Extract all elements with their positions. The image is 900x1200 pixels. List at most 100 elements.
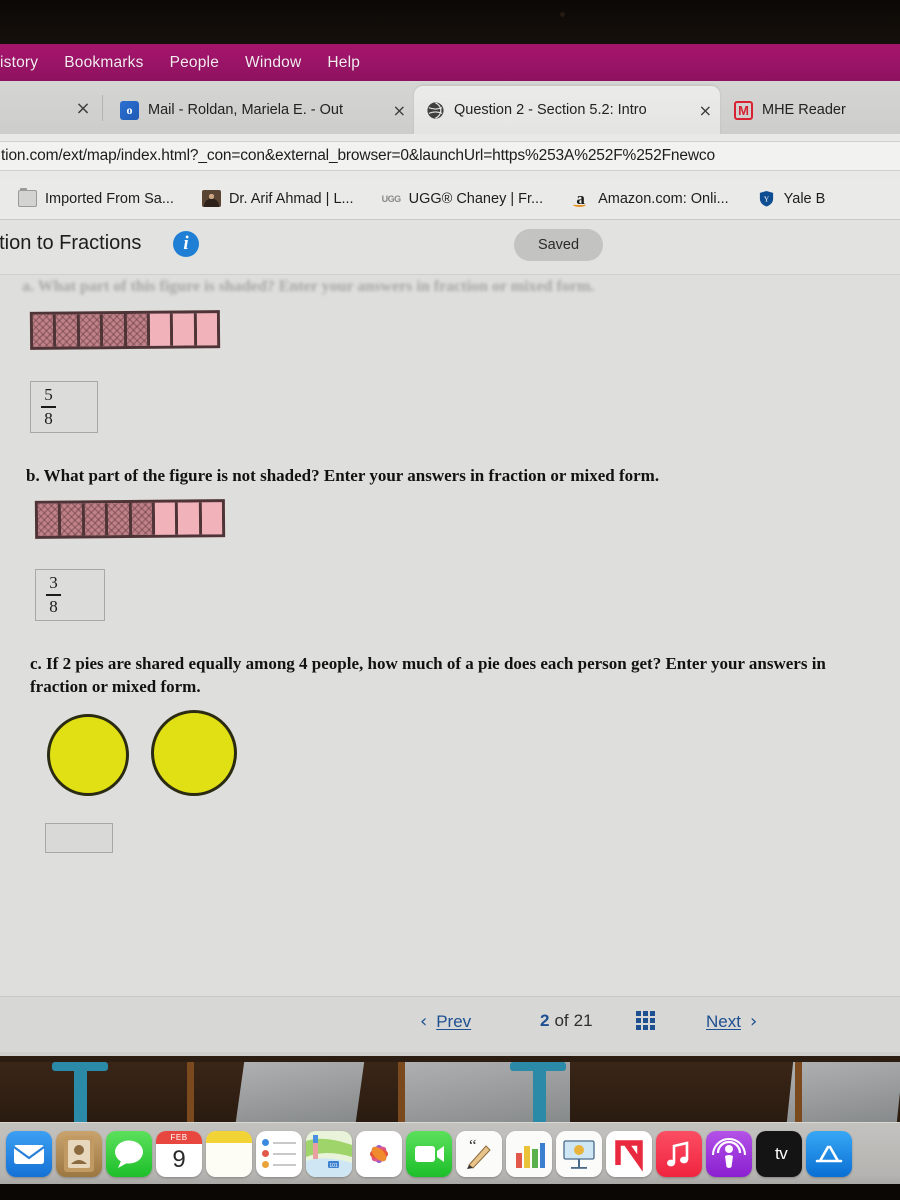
figure-cell [154, 502, 179, 535]
dock-item-facetime[interactable] [406, 1130, 452, 1177]
dock-item-messages[interactable] [106, 1130, 152, 1177]
status-badge: Saved [514, 229, 603, 261]
fraction-bar-figure-a [29, 310, 221, 350]
question-grid-button[interactable] [636, 1011, 655, 1030]
total-pages: 21 [573, 1011, 593, 1030]
wallpaper-table-leg [533, 1062, 546, 1122]
dock-item-mail[interactable] [6, 1130, 52, 1177]
bookmark-ugg-chaney[interactable]: UGG UGG® Chaney | Fr... [382, 190, 544, 207]
fraction-value-a: 5 8 [41, 386, 56, 427]
fraction-bar [46, 594, 61, 596]
figure-cell [107, 502, 132, 536]
url-bar-row: tion.com/ext/map/index.html?_con=con&ext… [0, 134, 900, 178]
dock-item-reminders[interactable] [256, 1130, 302, 1177]
url-text: tion.com/ext/map/index.html?_con=con&ext… [1, 147, 715, 164]
dock-item-photos[interactable] [356, 1130, 402, 1177]
wallpaper-panel [235, 1062, 365, 1122]
next-button[interactable]: Next › [706, 1011, 757, 1032]
wallpaper-table-leg [74, 1062, 87, 1122]
info-icon[interactable]: i [173, 231, 199, 257]
prev-button[interactable]: ‹ Prev [420, 1011, 471, 1032]
macos-dock: FEB 9 101 “ tv [0, 1122, 900, 1184]
menu-item-help[interactable]: Help [314, 54, 373, 72]
chevron-left-icon: ‹ [420, 1011, 428, 1032]
dock-item-apple-tv[interactable]: tv [756, 1130, 802, 1177]
figure-cell [173, 313, 197, 346]
notes-body [206, 1142, 252, 1177]
pie-circle-1 [47, 714, 129, 796]
figure-cell [102, 313, 127, 347]
next-label: Next [706, 1011, 741, 1031]
screen-bezel-bottom [0, 1184, 900, 1200]
bookmark-yale[interactable]: Y Yale B [757, 190, 825, 207]
bookmark-label: Imported From Sa... [45, 190, 174, 207]
svg-text:101: 101 [329, 1163, 338, 1169]
desktop-wallpaper [0, 1056, 900, 1122]
wallpaper-wood-strip [187, 1062, 194, 1122]
question-part-b-text: b. What part of the figure is not shaded… [26, 466, 660, 485]
answer-input-b[interactable]: 3 8 [35, 569, 105, 621]
menu-item-people[interactable]: People [157, 54, 232, 72]
wallpaper-wood-strip [795, 1062, 802, 1122]
fraction-denominator: 8 [49, 596, 58, 616]
prev-label: Prev [436, 1011, 472, 1031]
bookmark-label: UGG® Chaney | Fr... [408, 190, 544, 207]
dock-item-news[interactable] [606, 1130, 652, 1177]
of-label: of [554, 1011, 569, 1030]
menu-item-history[interactable]: istory [0, 54, 51, 72]
wallpaper-panel [786, 1062, 900, 1122]
menu-item-window[interactable]: Window [232, 54, 314, 72]
assignment-header: uction to Fractions i Saved [0, 220, 900, 275]
figure-cell [32, 314, 57, 347]
browser-tab-strip: × o Mail - Roldan, Mariela E. - Out × Qu… [0, 81, 900, 134]
fraction-bar [41, 406, 56, 408]
grid-icon [636, 1011, 655, 1030]
tab-mail[interactable]: o Mail - Roldan, Mariela E. - Out × [108, 86, 414, 134]
dock-item-music[interactable] [656, 1130, 702, 1177]
dock-item-numbers[interactable] [506, 1130, 552, 1177]
figure-cell [196, 313, 218, 346]
menu-item-bookmarks[interactable]: Bookmarks [51, 54, 156, 72]
tab-question[interactable]: Question 2 - Section 5.2: Intro × [414, 86, 720, 134]
tab-close-icon-leftmost[interactable]: × [72, 99, 94, 121]
question-body: a. What part of this figure is shaded? E… [0, 275, 900, 996]
fraction-numerator: 5 [44, 385, 53, 405]
figure-cell [61, 503, 85, 536]
answer-input-c[interactable] [45, 823, 113, 853]
fraction-denominator: 8 [44, 408, 53, 428]
dock-item-notes[interactable] [206, 1130, 252, 1177]
question-part-c-text: c. If 2 pies are shared equally among 4 … [30, 654, 826, 696]
dock-item-pages[interactable]: “ [456, 1130, 502, 1177]
assignment-page: uction to Fractions i Saved a. What part… [0, 220, 900, 1056]
current-page: 2 [540, 1011, 550, 1030]
question-part-a-text: a. What part of this figure is shaded? E… [22, 278, 595, 295]
dock-item-keynote[interactable] [556, 1130, 602, 1177]
reminder-row [262, 1150, 296, 1157]
dock-item-app-store[interactable] [806, 1130, 852, 1177]
address-bar[interactable]: tion.com/ext/map/index.html?_con=con&ext… [0, 141, 900, 171]
tab-mail-label: Mail - Roldan, Mariela E. - Out [148, 102, 344, 118]
figure-cell [178, 502, 202, 535]
figure-cell [131, 502, 156, 535]
tab-mhe-reader[interactable]: M MHE Reader [722, 86, 900, 134]
figure-cell [79, 314, 104, 347]
svg-text:“: “ [469, 1136, 477, 1155]
reminder-row [262, 1161, 296, 1168]
dock-item-maps[interactable]: 101 [306, 1130, 352, 1177]
bookmark-dr-arif-ahmad[interactable]: Dr. Arif Ahmad | L... [201, 190, 354, 207]
dock-item-contacts[interactable] [56, 1130, 102, 1177]
bookmark-amazon[interactable]: a Amazon.com: Onli... [571, 190, 729, 207]
figure-cell [37, 503, 62, 536]
wallpaper-wood-strip [398, 1062, 405, 1122]
close-icon[interactable]: × [699, 101, 712, 120]
close-icon[interactable]: × [393, 101, 406, 120]
answer-input-a[interactable]: 5 8 [30, 381, 98, 433]
pie-circle-2 [151, 710, 237, 796]
bookmark-label: Dr. Arif Ahmad | L... [228, 190, 354, 207]
bookmark-imported-from-safari[interactable]: Imported From Sa... [18, 188, 174, 207]
dock-item-podcasts[interactable] [706, 1130, 752, 1177]
svg-text:Y: Y [763, 194, 769, 203]
dock-item-calendar[interactable]: FEB 9 [156, 1130, 202, 1177]
avatar-icon [201, 190, 221, 207]
bookmarks-bar: Imported From Sa... Dr. Arif Ahmad | L..… [0, 178, 900, 220]
